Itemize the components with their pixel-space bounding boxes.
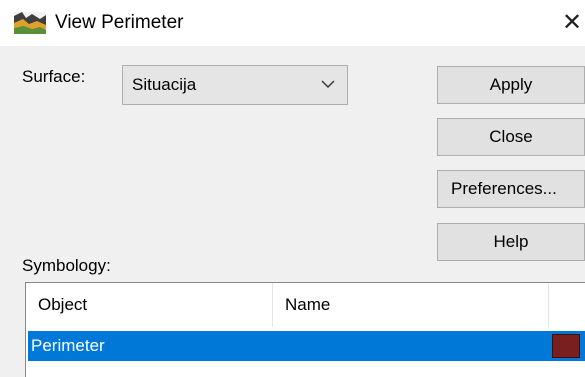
symbology-list[interactable]: Object Name Perimeter — [25, 282, 585, 377]
list-row-perimeter[interactable]: Perimeter — [28, 331, 585, 361]
map-icon — [14, 12, 46, 34]
column-header-object[interactable]: Object — [26, 283, 273, 327]
surface-dropdown-value: Situacija — [132, 75, 197, 94]
surface-label: Surface: — [22, 67, 86, 86]
chevron-down-icon — [321, 80, 335, 88]
row-object-cell: Perimeter — [31, 336, 105, 355]
apply-button[interactable]: Apply — [437, 66, 585, 104]
preferences-button[interactable]: Preferences... — [437, 170, 585, 208]
list-header: Object Name — [26, 283, 585, 327]
surface-dropdown[interactable]: Situacija — [122, 65, 348, 105]
symbology-label: Symbology: — [22, 256, 111, 275]
close-button[interactable]: Close — [437, 118, 585, 156]
help-button[interactable]: Help — [437, 223, 585, 261]
window-title: View Perimeter — [55, 12, 184, 33]
column-header-symbol[interactable] — [549, 283, 585, 327]
title-bar: View Perimeter ✕ — [0, 0, 585, 46]
close-icon[interactable]: ✕ — [562, 8, 585, 38]
color-swatch[interactable] — [552, 334, 580, 358]
column-header-name[interactable]: Name — [273, 283, 549, 327]
